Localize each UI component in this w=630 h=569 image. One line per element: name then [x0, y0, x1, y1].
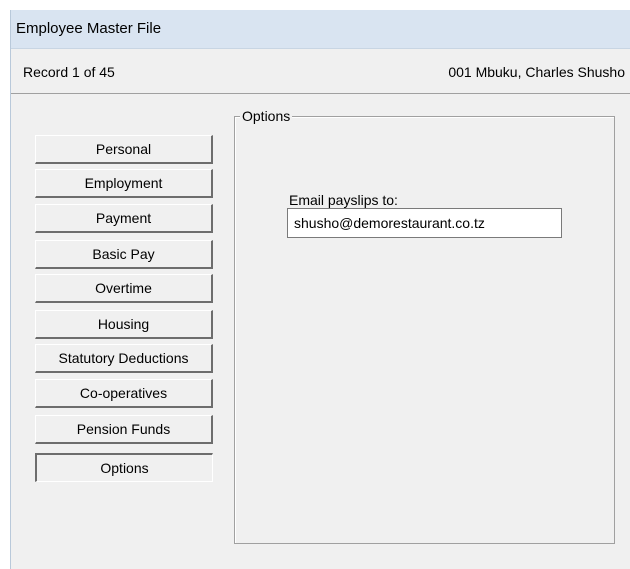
nav-button-overtime[interactable]: Overtime — [35, 274, 213, 303]
nav-button-basic-pay[interactable]: Basic Pay — [35, 240, 213, 269]
options-group-title: Options — [240, 108, 293, 124]
record-position: Record 1 of 45 — [23, 64, 115, 80]
email-payslips-label: Email payslips to: — [289, 192, 398, 208]
window-title: Employee Master File — [16, 20, 162, 37]
nav-button-housing[interactable]: Housing — [35, 310, 213, 339]
nav-button-personal[interactable]: Personal — [35, 135, 213, 164]
nav-button-employment[interactable]: Employment — [35, 169, 213, 198]
title-bar: Employee Master File — [11, 10, 630, 49]
employee-master-file-window: Employee Master File Record 1 of 45 001 … — [10, 10, 630, 569]
nav-button-co-operatives[interactable]: Co-operatives — [35, 379, 213, 408]
record-bar: Record 1 of 45 001 Mbuku, Charles Shusho — [11, 49, 630, 94]
email-payslips-input[interactable] — [287, 208, 562, 238]
nav-button-options[interactable]: Options — [35, 453, 213, 482]
nav-button-payment[interactable]: Payment — [35, 204, 213, 233]
options-group-box: Options — [234, 108, 615, 544]
employee-identifier: 001 Mbuku, Charles Shusho — [448, 64, 625, 80]
nav-button-pension-funds[interactable]: Pension Funds — [35, 415, 213, 444]
nav-button-statutory-deductions[interactable]: Statutory Deductions — [35, 344, 213, 373]
